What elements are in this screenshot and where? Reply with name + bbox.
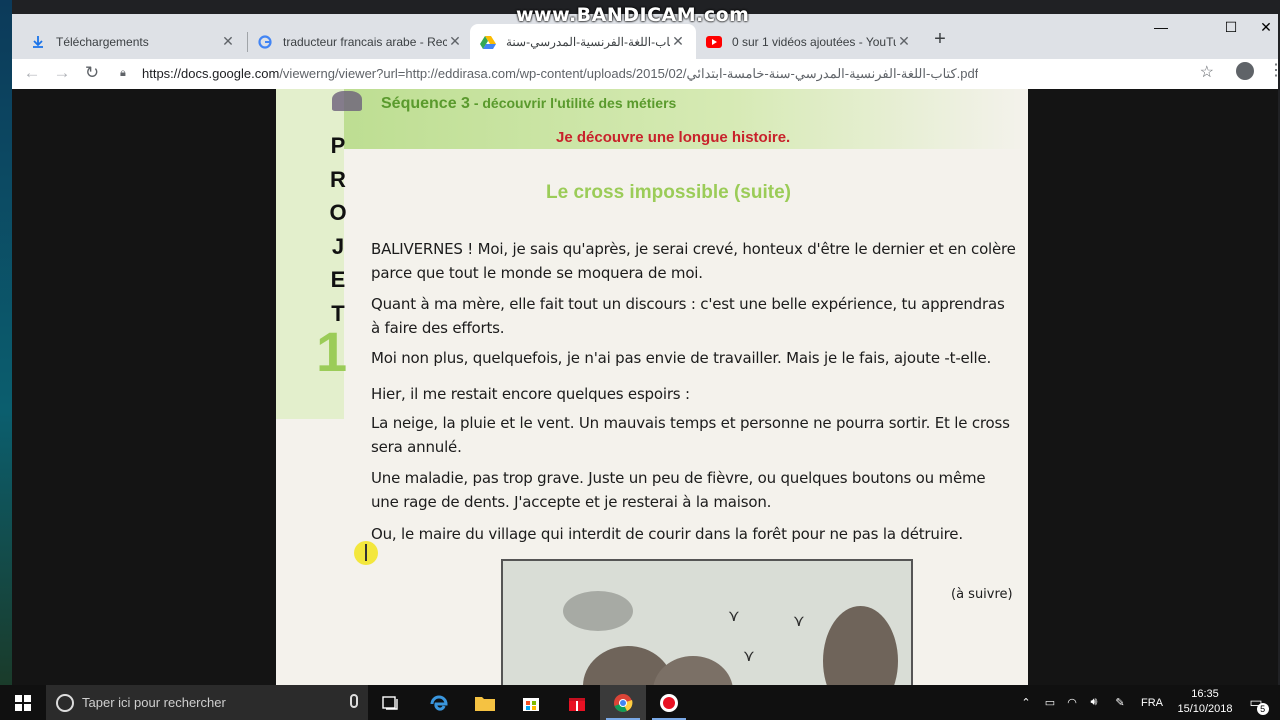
tab-title: 0 sur 1 vidéos ajoutées - YouTub xyxy=(732,34,896,49)
close-window-button[interactable]: ✕ xyxy=(1254,14,1278,42)
recorder-watermark: www.BANDICAM.com xyxy=(516,4,750,26)
forest-illustration: ⋎ ⋎ ⋎ xyxy=(501,559,913,685)
url-text: https://docs.google.com/viewerng/viewer?… xyxy=(142,66,979,81)
to-follow-note: (à suivre) xyxy=(951,587,1013,602)
minimize-button[interactable]: — xyxy=(1138,14,1184,42)
story-paragraph: Ou, le maire du village qui interdit de … xyxy=(371,525,963,543)
tab-title: كتاب-اللغة-الفرنسية-المدرسي-سنة xyxy=(506,34,670,49)
show-hidden-icons-chevron-icon[interactable]: ⌃ xyxy=(1016,685,1036,720)
taskbar-search-box[interactable]: Taper ici pour rechercher xyxy=(46,685,368,720)
pdf-page: Séquence 3 - découvrir l'utilité des mét… xyxy=(276,89,1028,685)
bird-icon: ⋎ xyxy=(728,608,740,625)
close-tab-icon[interactable]: ✕ xyxy=(220,33,236,50)
download-icon xyxy=(30,34,46,50)
google-drive-icon xyxy=(480,34,496,50)
story-paragraph: Quant à ma mère, elle fait tout un disco… xyxy=(371,295,1005,337)
bandicam-icon[interactable] xyxy=(646,685,692,720)
pdf-viewer[interactable]: Séquence 3 - découvrir l'utilité des mét… xyxy=(12,89,1278,685)
windows-logo-icon xyxy=(15,694,31,711)
bookmark-star-icon[interactable]: ☆ xyxy=(1200,62,1214,82)
store-icon[interactable] xyxy=(508,685,554,720)
new-tab-button[interactable]: + xyxy=(928,28,952,52)
tree-shape xyxy=(823,606,898,685)
tab-title: traducteur francais arabe - Reche xyxy=(283,34,447,49)
subheading: Je découvre une longue histoire. xyxy=(556,129,791,146)
battery-icon[interactable]: ▭ xyxy=(1040,685,1060,720)
mascot-illustration xyxy=(332,91,362,111)
story-paragraph: Hier, il me restait encore quelques espo… xyxy=(371,385,690,403)
action-center-icon[interactable]: ▭ 5 xyxy=(1244,685,1269,720)
tree-shape xyxy=(653,656,733,685)
chrome-taskbar-icon[interactable] xyxy=(600,685,646,720)
projet-vertical-label: P R O J E T xyxy=(329,133,347,326)
bird-icon: ⋎ xyxy=(743,648,755,665)
tab-youtube[interactable]: 0 sur 1 vidéos ajoutées - YouTub ✕ xyxy=(696,24,922,59)
reload-icon[interactable]: ↻ xyxy=(80,62,104,86)
tab-downloads[interactable]: Téléchargements ✕ xyxy=(20,24,246,59)
sequence-heading: Séquence 3 - découvrir l'utilité des mét… xyxy=(381,95,677,112)
google-icon xyxy=(257,34,273,50)
story-paragraph: Moi non plus, quelquefois, je n'ai pas e… xyxy=(371,349,992,367)
clock-date: 15/10/2018 xyxy=(1177,703,1233,715)
search-placeholder: Taper ici pour rechercher xyxy=(82,695,226,710)
youtube-icon xyxy=(706,34,722,50)
clock-time: 16:35 xyxy=(1191,688,1219,700)
clock[interactable]: 16:35 15/10/2018 xyxy=(1168,687,1242,717)
close-tab-icon[interactable]: ✕ xyxy=(447,33,463,50)
bird-icon: ⋎ xyxy=(793,613,805,630)
wifi-icon[interactable]: ◠ xyxy=(1062,685,1082,720)
back-arrow-icon[interactable]: ← xyxy=(20,62,44,86)
browser-toolbar: ← → ↻ 🔒︎ https://docs.google.com/viewern… xyxy=(12,59,1278,89)
text-cursor-icon xyxy=(365,544,367,561)
file-explorer-icon[interactable] xyxy=(462,685,508,720)
volume-icon[interactable]: 🔊︎ xyxy=(1084,685,1104,720)
more-menu-icon[interactable]: ⋮ xyxy=(1268,63,1280,79)
tab-pdf-viewer[interactable]: كتاب-اللغة-الفرنسية-المدرسي-سنة ✕ xyxy=(470,24,696,59)
desktop-background xyxy=(0,0,12,685)
story-paragraph: BALIVERNES ! Moi, je sais qu'après, je s… xyxy=(371,240,1016,282)
cortana-icon xyxy=(56,693,74,712)
address-bar[interactable]: 🔒︎ https://docs.google.com/viewerng/view… xyxy=(114,60,1224,88)
task-view-icon[interactable] xyxy=(368,685,414,720)
story-paragraph: La neige, la pluie et le vent. Un mauvai… xyxy=(371,414,1010,456)
close-tab-icon[interactable]: ✕ xyxy=(670,33,686,50)
taskbar: Taper ici pour rechercher ⌃ ▭ ◠ 🔊︎ ✎ FRA… xyxy=(0,685,1280,720)
projet-number: 1 xyxy=(316,320,348,383)
notification-count-badge: 5 xyxy=(1256,703,1269,715)
cloud-shape xyxy=(563,591,633,631)
story-title: Le cross impossible (suite) xyxy=(546,182,791,203)
input-language[interactable]: FRA xyxy=(1138,685,1166,720)
browser-window: Téléchargements ✕ traducteur francais ar… xyxy=(12,14,1280,685)
lock-icon: 🔒︎ xyxy=(120,67,126,79)
story-paragraph: Une maladie, pas trop grave. Juste un pe… xyxy=(371,469,986,511)
windows-start-button[interactable] xyxy=(0,685,46,720)
maximize-button[interactable]: ☐ xyxy=(1208,14,1254,42)
gift-app-icon[interactable] xyxy=(554,685,600,720)
tab-translator-search[interactable]: traducteur francais arabe - Reche ✕ xyxy=(247,24,473,59)
tab-title: Téléchargements xyxy=(56,34,149,49)
pen-workspace-icon[interactable]: ✎ xyxy=(1108,685,1132,720)
microphone-icon[interactable] xyxy=(350,694,358,708)
edge-browser-icon[interactable] xyxy=(416,685,462,720)
forward-arrow-icon[interactable]: → xyxy=(50,62,74,86)
profile-avatar-icon[interactable] xyxy=(1236,62,1254,80)
close-tab-icon[interactable]: ✕ xyxy=(896,33,912,50)
